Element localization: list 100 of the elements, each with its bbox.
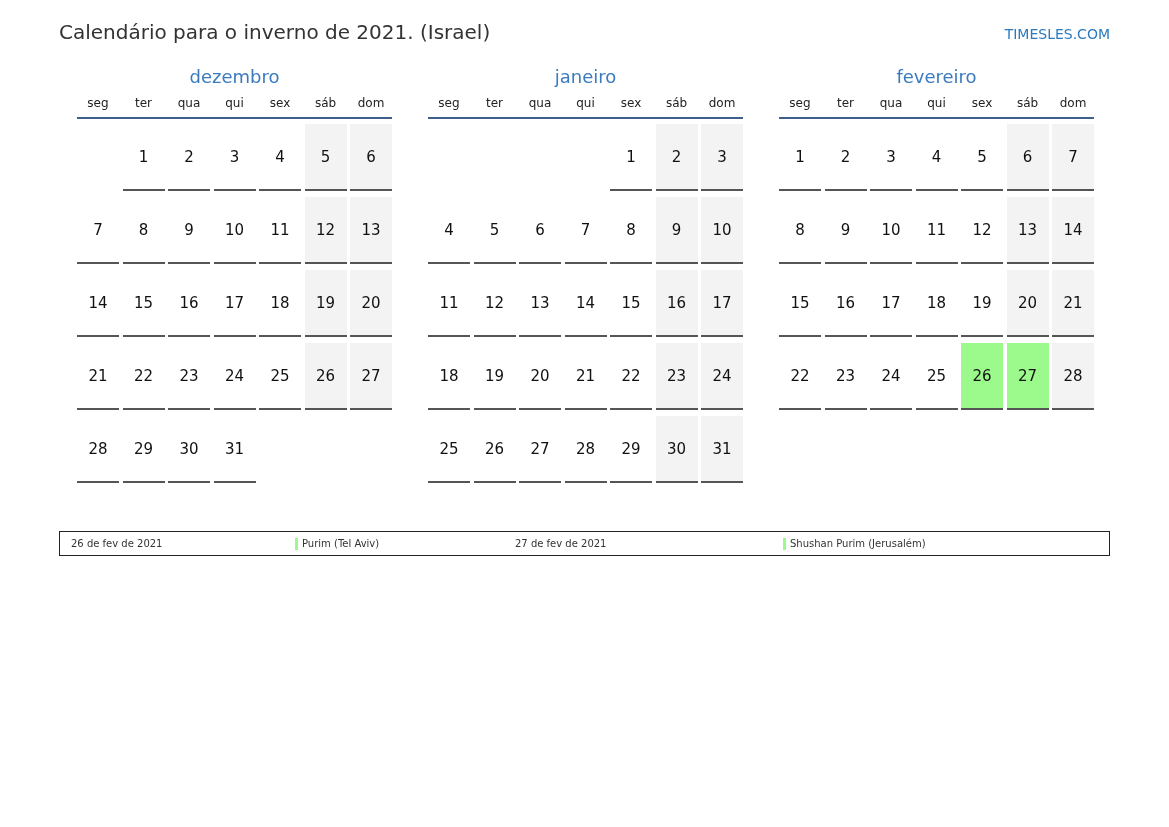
day-cell: 24 [870,343,912,410]
day-cell: 3 [213,124,256,191]
holiday-name: Shushan Purim (Jerusalém) [790,538,926,549]
day-cell: 17 [213,270,256,337]
holiday-date: 27 de fev de 2021 [515,538,608,549]
day-cell: 15 [779,270,821,337]
weekday-label: seg [788,96,812,110]
weekday-label: dom [707,96,737,110]
day-cell: 7 [564,197,607,264]
weekday-label: qui [224,96,245,110]
day-cell: 18 [259,270,301,337]
month-title: dezembro [188,66,281,89]
weekend-day-cell: 10 [701,197,743,264]
day-cell: 10 [213,197,256,264]
weekend-day-cell: 13 [350,197,392,264]
weekday-label: qui [926,96,947,110]
day-cell: 8 [122,197,165,264]
weekday-label: seg [86,96,110,110]
weekend-day-cell: 20 [1006,270,1049,337]
day-cell: 3 [870,124,912,191]
day-cell: 10 [870,197,912,264]
day-cell: 29 [122,416,165,483]
day-cell: 21 [564,343,607,410]
day-cell: 4 [915,124,958,191]
weekday-label: qua [527,96,553,110]
day-cell: 12 [961,197,1003,264]
day-cell: 4 [428,197,470,264]
day-cell: 30 [168,416,210,483]
weekday-label: sex [268,96,292,110]
month-title: fevereiro [895,66,978,89]
day-cell: 27 [519,416,561,483]
weekend-day-cell: 21 [1052,270,1094,337]
day-cell: 20 [519,343,561,410]
holiday-day-cell: 27 [1006,343,1049,410]
weekday-label: sex [619,96,643,110]
day-cell: 13 [519,270,561,337]
day-cell: 15 [122,270,165,337]
weekday-label: seg [437,96,461,110]
day-cell: 11 [259,197,301,264]
day-cell: 2 [824,124,867,191]
page-title: Calendário para o inverno de 2021. (Israel) [59,20,491,44]
day-cell: 17 [870,270,912,337]
weekday-label: qui [575,96,596,110]
day-cell: 9 [168,197,210,264]
weekend-day-cell: 12 [304,197,347,264]
day-cell: 8 [779,197,821,264]
weekend-day-cell: 16 [655,270,698,337]
day-cell: 18 [915,270,958,337]
weekend-day-cell: 20 [350,270,392,337]
day-cell: 22 [122,343,165,410]
day-cell: 19 [961,270,1003,337]
day-cell: 14 [77,270,119,337]
weekday-label: sex [970,96,994,110]
holiday-day-cell: 26 [961,343,1003,410]
day-cell: 5 [473,197,516,264]
day-cell: 15 [610,270,652,337]
day-cell: 11 [428,270,470,337]
weekend-day-cell: 2 [655,124,698,191]
holiday-date: 26 de fev de 2021 [71,538,164,549]
day-cell: 16 [824,270,867,337]
day-cell: 6 [519,197,561,264]
weekend-day-cell: 19 [304,270,347,337]
day-cell: 23 [168,343,210,410]
day-cell: 1 [122,124,165,191]
month-title: janeiro [553,66,618,89]
day-cell: 31 [213,416,256,483]
day-cell: 22 [779,343,821,410]
day-cell: 25 [259,343,301,410]
weekend-day-cell: 13 [1006,197,1049,264]
day-cell: 7 [77,197,119,264]
weekday-label: sáb [1015,96,1040,110]
day-cell: 18 [428,343,470,410]
weekend-day-cell: 3 [701,124,743,191]
day-cell: 8 [610,197,652,264]
weekday-label: ter [134,96,153,110]
weekend-day-cell: 17 [701,270,743,337]
weekend-day-cell: 26 [304,343,347,410]
weekday-label: sáb [664,96,689,110]
weekday-label: dom [356,96,386,110]
weekend-day-cell: 27 [350,343,392,410]
weekend-day-cell: 31 [701,416,743,483]
day-cell: 24 [213,343,256,410]
weekend-day-cell: 23 [655,343,698,410]
day-cell: 26 [473,416,516,483]
weekday-label: dom [1058,96,1088,110]
weekday-label: sáb [313,96,338,110]
day-cell: 28 [564,416,607,483]
holiday-name: Purim (Tel Aviv) [302,538,380,549]
day-cell: 14 [564,270,607,337]
weekend-day-cell: 5 [304,124,347,191]
day-cell: 28 [77,416,119,483]
weekday-label: qua [176,96,202,110]
weekend-day-cell: 7 [1052,124,1094,191]
weekday-label: ter [836,96,855,110]
day-cell: 16 [168,270,210,337]
site-link[interactable]: TIMESLES.COM [1004,26,1110,42]
weekend-day-cell: 9 [655,197,698,264]
weekday-label: ter [485,96,504,110]
day-cell: 29 [610,416,652,483]
day-cell: 25 [915,343,958,410]
